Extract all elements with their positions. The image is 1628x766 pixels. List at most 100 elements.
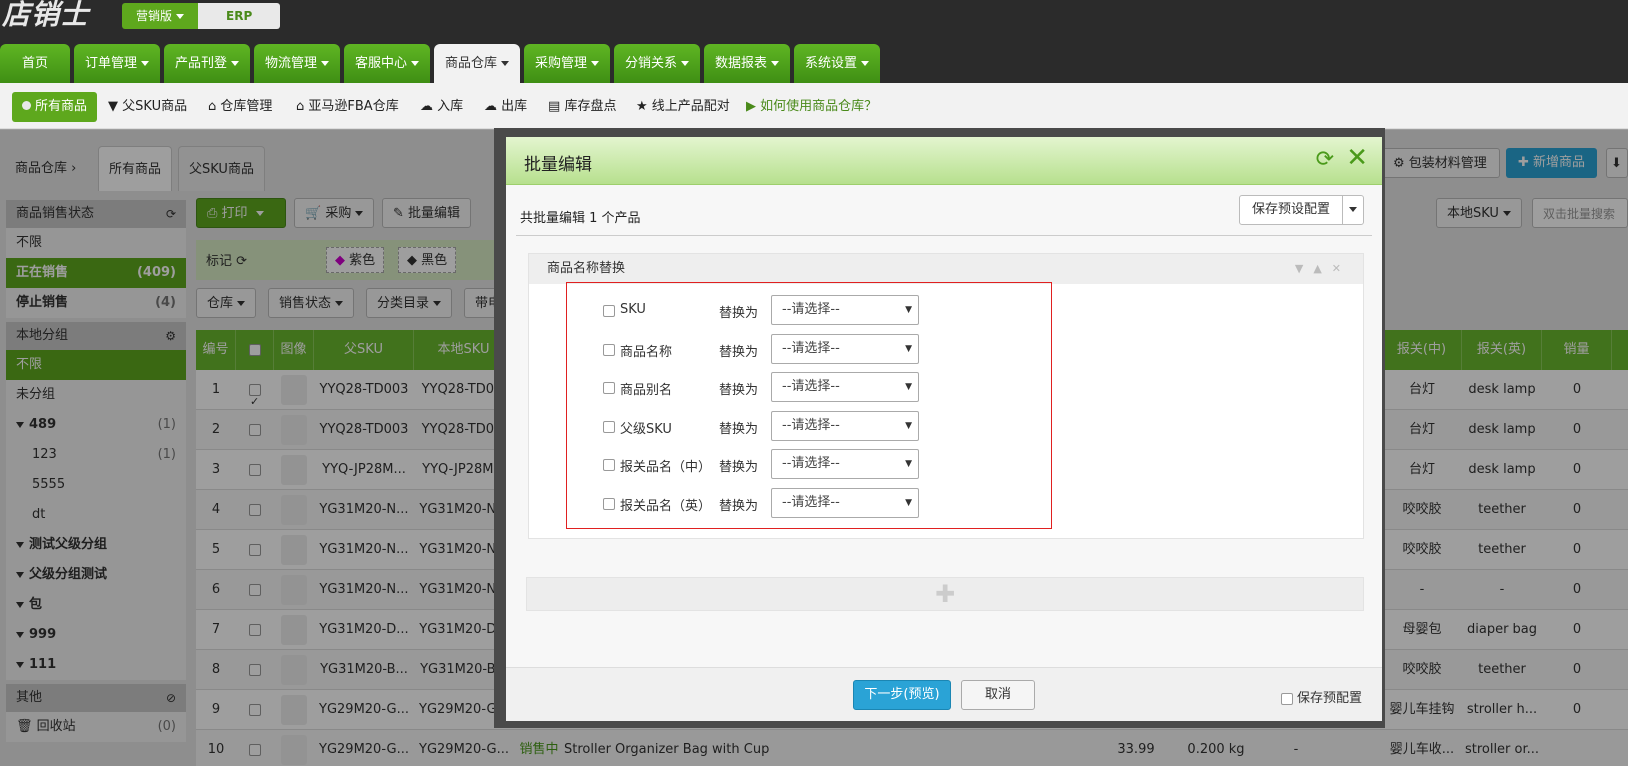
subnav-inbound[interactable]: ☁ 入库 — [420, 92, 463, 122]
home-icon: ⌂ — [296, 99, 305, 114]
erp-label[interactable]: ERP — [198, 3, 281, 29]
field-name: 报关品名（中） — [620, 460, 712, 476]
filter-icon: ▼ — [108, 99, 118, 114]
panel-title: 商品名称替换 — [547, 261, 626, 276]
replace-row: 商品别名 替换为 --请选择-- ▼ — [567, 368, 1051, 408]
replace-select[interactable]: --请选择-- ▼ — [771, 333, 919, 364]
save-config-option[interactable]: 保存预配置 — [1280, 687, 1362, 706]
select-value: --请选择-- — [782, 379, 840, 395]
nav-service[interactable]: 客服中心 — [344, 44, 430, 83]
field-name: 报关品名（英） — [620, 499, 712, 514]
list-icon: ▤ — [548, 99, 561, 114]
select-value: --请选择-- — [782, 456, 840, 472]
field-name: SKU — [620, 302, 646, 317]
subnav-fba[interactable]: ⌂ 亚马逊FBA仓库 — [296, 92, 399, 122]
subnav-stocktake[interactable]: ▤ 库存盘点 — [548, 92, 616, 122]
replace-fields-box: SKU 替换为 --请选择-- ▼ 商品名称 替换为 --请选择-- ▼ 商品别名 替换为 --请选… — [566, 282, 1052, 529]
nav-distribution[interactable]: 分销关系 — [614, 44, 700, 83]
select-value: --请选择-- — [782, 302, 840, 317]
chevron-down-icon: ▼ — [905, 343, 912, 354]
nav-warehouse[interactable]: 商品仓库 — [434, 44, 520, 83]
subnav-outbound[interactable]: ☁ 出库 — [484, 92, 527, 122]
field-checkbox[interactable] — [603, 343, 615, 356]
nav-listing[interactable]: 产品刊登 — [164, 44, 250, 83]
subnav-parent-sku[interactable]: ▼ 父SKU商品 — [108, 92, 187, 122]
move-up-icon[interactable]: ▲ — [1313, 262, 1331, 275]
replace-label: 替换为 — [719, 383, 759, 399]
replace-select[interactable]: --请选择-- ▼ — [771, 372, 919, 403]
remove-icon[interactable]: ✕ — [1332, 262, 1351, 275]
collapse-icon[interactable]: ▼ — [1295, 262, 1313, 275]
modal-body: 共批量编辑 1 个产品 保存预设配置 商品名称替换 ▼▲✕ SKU 替换为 --请选… — [506, 185, 1382, 667]
field-name: 商品名称 — [620, 344, 673, 360]
field-checkbox[interactable] — [603, 382, 615, 395]
cloud-download-icon: ☁ — [484, 99, 497, 114]
dot-icon — [22, 101, 31, 110]
edition-dropdown[interactable]: 营销版 — [122, 3, 199, 29]
video-icon: ▶ — [746, 99, 756, 114]
chevron-down-icon: ▼ — [905, 305, 912, 315]
replace-label: 替换为 — [719, 421, 759, 437]
select-value: --请选择-- — [782, 417, 840, 433]
chevron-down-icon: ▼ — [905, 382, 912, 393]
replace-row: 父级SKU 替换为 --请选择-- ▼ — [567, 407, 1051, 447]
star-icon: ★ — [636, 99, 648, 114]
replace-select[interactable]: --请选择-- ▼ — [771, 449, 919, 480]
save-config-checkbox[interactable] — [1280, 692, 1293, 705]
field-checkbox[interactable] — [603, 498, 615, 510]
replace-select[interactable]: --请选择-- ▼ — [771, 488, 919, 518]
chevron-down-icon: ▼ — [905, 498, 912, 508]
save-preset-button[interactable]: 保存预设配置 — [1238, 195, 1364, 225]
replace-row: 报关品名（英） 替换为 --请选择-- ▼ — [567, 484, 1051, 524]
subnav-online-match[interactable]: ★ 线上产品配对 — [636, 92, 730, 122]
replace-row: SKU 替换为 --请选择-- ▼ — [567, 291, 1051, 331]
field-name: 父级SKU — [620, 421, 672, 437]
replace-label: 替换为 — [719, 499, 759, 514]
nav-logistics[interactable]: 物流管理 — [254, 44, 340, 83]
subnav-all-products[interactable]: 所有商品 — [12, 92, 98, 122]
panel-tools[interactable]: ▼▲✕ — [1295, 254, 1351, 284]
edit-count-text: 共批量编辑 1 个产品 — [520, 211, 641, 226]
subnav-help[interactable]: ▶ 如何使用商品仓库？ — [746, 92, 877, 122]
edition-switch[interactable]: 营销版 ERP — [122, 3, 281, 29]
batch-edit-modal: 批量编辑 ⟳ ✕ 共批量编辑 1 个产品 保存预设配置 商品名称替换 ▼▲✕ S… — [506, 137, 1382, 721]
nav-settings[interactable]: 系统设置 — [794, 44, 880, 83]
replace-label: 替换为 — [719, 460, 759, 476]
replace-row: 商品名称 替换为 --请选择-- ▼ — [567, 330, 1051, 370]
replace-row: 报关品名（中） 替换为 --请选择-- ▼ — [567, 445, 1051, 485]
replace-select[interactable]: --请选择-- ▼ — [771, 410, 919, 441]
chevron-down-icon[interactable] — [1343, 196, 1363, 224]
chevron-down-icon: ▼ — [905, 420, 912, 431]
cancel-button[interactable]: 取消 — [961, 680, 1035, 710]
close-icon[interactable]: ✕ — [1346, 143, 1368, 173]
modal-footer: 下一步(预览) 取消 保存预配置 — [506, 667, 1382, 721]
field-checkbox[interactable] — [603, 305, 615, 317]
add-panel-button[interactable]: ✚ — [526, 577, 1364, 611]
refresh-icon[interactable]: ⟳ — [1316, 147, 1334, 172]
name-replace-panel: 商品名称替换 ▼▲✕ SKU 替换为 --请选择-- ▼ 商品名称 替换为 --请选择-- ▼… — [528, 253, 1364, 539]
panel-header: 商品名称替换 ▼▲✕ — [529, 254, 1363, 284]
field-checkbox[interactable] — [603, 459, 615, 472]
plus-icon: ✚ — [934, 580, 956, 608]
subnav-warehouse[interactable]: ⌂ 仓库管理 — [208, 92, 272, 122]
field-checkbox[interactable] — [603, 420, 615, 433]
replace-select[interactable]: --请选择-- ▼ — [771, 295, 919, 325]
next-preview-button[interactable]: 下一步(预览) — [853, 680, 951, 710]
nav-reports[interactable]: 数据报表 — [704, 44, 790, 83]
replace-label: 替换为 — [719, 344, 759, 360]
cloud-upload-icon: ☁ — [420, 99, 433, 114]
modal-header: 批量编辑 ⟳ ✕ — [506, 137, 1382, 185]
save-preset-label[interactable]: 保存预设配置 — [1240, 196, 1343, 224]
divider — [516, 235, 1372, 236]
modal-title: 批量编辑 — [524, 155, 592, 175]
home-icon: ⌂ — [208, 99, 217, 114]
field-name: 商品别名 — [620, 383, 673, 399]
select-value: --请选择-- — [782, 495, 840, 510]
chevron-down-icon: ▼ — [905, 459, 912, 470]
nav-purchase[interactable]: 采购管理 — [524, 44, 610, 83]
sub-nav: 所有商品 ▼ 父SKU商品 ⌂ 仓库管理 ⌂ 亚马逊FBA仓库 ☁ 入库 ☁ 出… — [0, 83, 1628, 129]
main-nav: 首页 订单管理 产品刊登 物流管理 客服中心 商品仓库 采购管理 分销关系 数据… — [0, 44, 1628, 83]
nav-home[interactable]: 首页 — [0, 44, 70, 83]
nav-orders[interactable]: 订单管理 — [74, 44, 160, 83]
app-logo[interactable]: 店销士 — [0, 0, 120, 32]
